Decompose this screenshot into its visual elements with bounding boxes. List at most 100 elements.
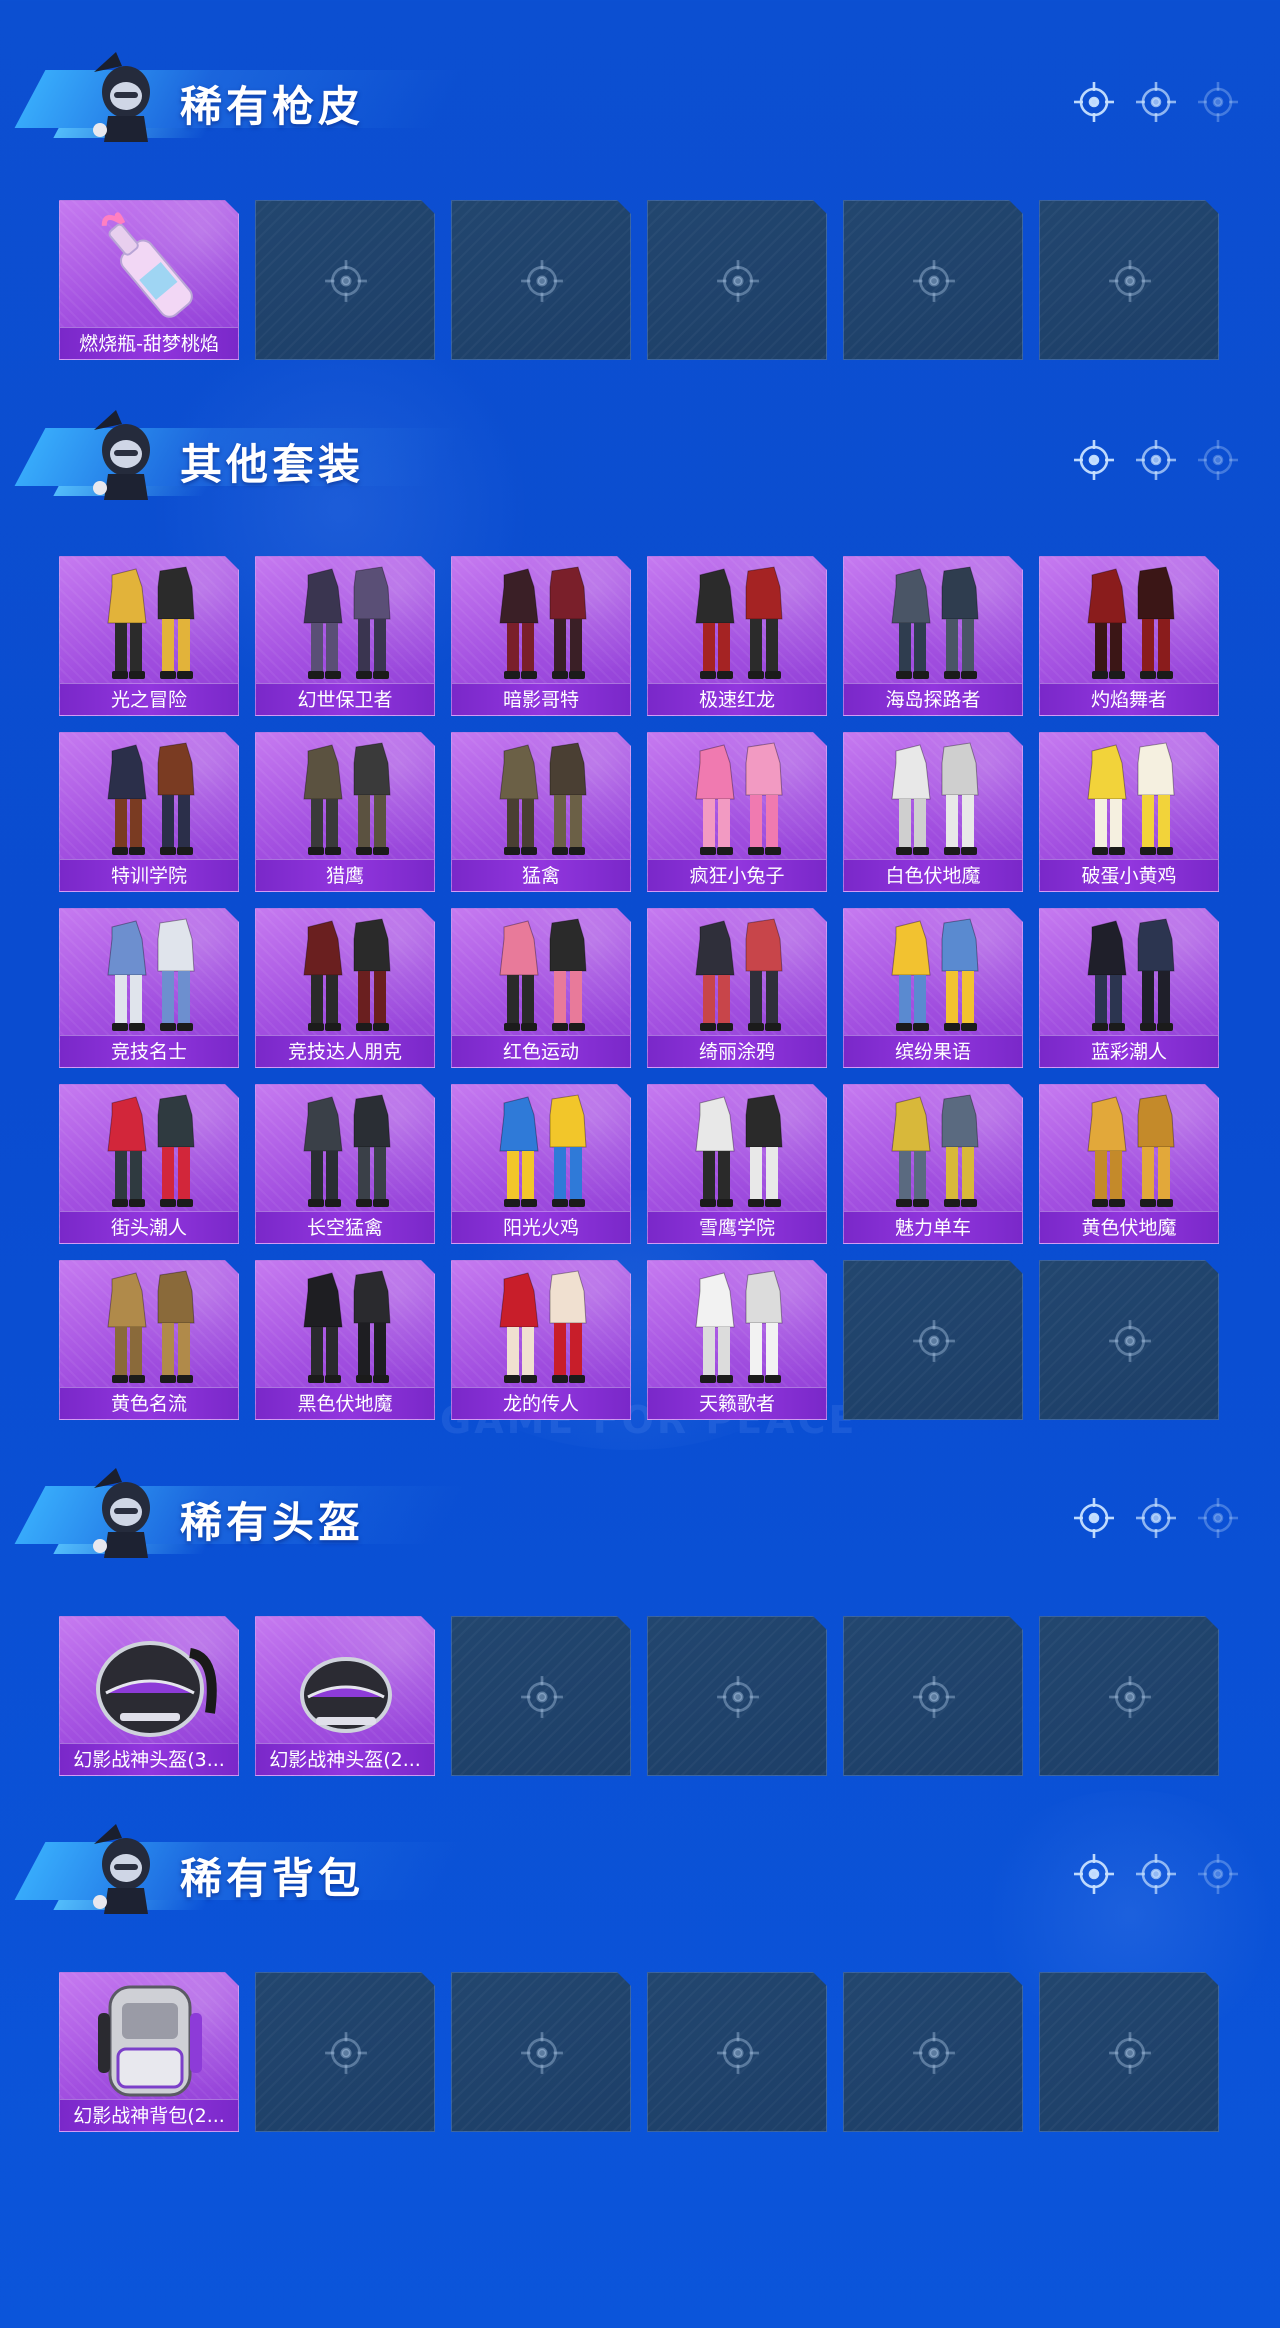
item-label: 灼焰舞者 <box>1040 683 1218 715</box>
item-image <box>256 1085 435 1213</box>
mascot-icon <box>88 1462 162 1562</box>
empty-item-slot <box>843 1972 1023 2132</box>
item-card[interactable]: 幻影战神头盔(3... <box>59 1616 239 1776</box>
item-card[interactable]: 红色运动 <box>451 908 631 1068</box>
item-label: 黄色伏地魔 <box>1040 1211 1218 1243</box>
crosshair-icon <box>1196 80 1240 124</box>
item-card[interactable]: 海岛探路者 <box>843 556 1023 716</box>
item-image <box>844 733 1023 861</box>
item-label: 龙的传人 <box>452 1387 630 1419</box>
item-image <box>60 1617 239 1745</box>
empty-item-slot <box>451 200 631 360</box>
item-image <box>60 733 239 861</box>
crosshair-icon <box>519 2030 565 2076</box>
item-card[interactable]: 竞技名士 <box>59 908 239 1068</box>
item-card[interactable]: 黄色伏地魔 <box>1039 1084 1219 1244</box>
item-image <box>60 909 239 1037</box>
header-crosshair-icons <box>1072 1852 1240 1896</box>
item-card[interactable]: 街头潮人 <box>59 1084 239 1244</box>
item-image <box>1040 909 1219 1037</box>
item-label: 光之冒险 <box>60 683 238 715</box>
section-title: 稀有背包 <box>180 1854 365 1903</box>
item-card[interactable]: 猎鹰 <box>255 732 435 892</box>
item-image <box>60 557 239 685</box>
crosshair-icon <box>911 1674 957 1720</box>
item-image <box>60 1085 239 1213</box>
item-card[interactable]: 暗影哥特 <box>451 556 631 716</box>
item-card[interactable]: 魅力单车 <box>843 1084 1023 1244</box>
section-header: 稀有枪皮 <box>0 40 1280 160</box>
empty-item-slot <box>1039 1616 1219 1776</box>
item-card[interactable]: 幻影战神头盔(2... <box>255 1616 435 1776</box>
item-card[interactable]: 燃烧瓶-甜梦桃焰 <box>59 200 239 360</box>
header-crosshair-icons <box>1072 1496 1240 1540</box>
crosshair-icon <box>1107 1674 1153 1720</box>
item-label: 破蛋小黄鸡 <box>1040 859 1218 891</box>
item-card[interactable]: 黑色伏地魔 <box>255 1260 435 1420</box>
item-label: 黑色伏地魔 <box>256 1387 434 1419</box>
item-image <box>648 1261 827 1389</box>
crosshair-icon <box>519 1674 565 1720</box>
crosshair-icon <box>323 2030 369 2076</box>
crosshair-icon <box>715 2030 761 2076</box>
item-card[interactable]: 灼焰舞者 <box>1039 556 1219 716</box>
crosshair-icon <box>911 1318 957 1364</box>
item-image <box>452 909 631 1037</box>
item-card[interactable]: 天籁歌者 <box>647 1260 827 1420</box>
item-label: 竞技名士 <box>60 1035 238 1067</box>
item-label: 红色运动 <box>452 1035 630 1067</box>
item-image <box>60 201 239 329</box>
empty-item-slot <box>1039 1260 1219 1420</box>
item-card[interactable]: 光之冒险 <box>59 556 239 716</box>
empty-item-slot <box>451 1616 631 1776</box>
item-label: 特训学院 <box>60 859 238 891</box>
item-image <box>1040 733 1219 861</box>
section-3: 稀有背包 幻影战神背包(2... <box>0 1812 1280 1932</box>
item-card[interactable]: 缤纷果语 <box>843 908 1023 1068</box>
empty-item-slot <box>843 1260 1023 1420</box>
section-title: 稀有枪皮 <box>180 82 365 131</box>
header-crosshair-icons <box>1072 80 1240 124</box>
item-image <box>648 909 827 1037</box>
section-0: 稀有枪皮 燃烧瓶-甜梦桃焰 <box>0 40 1280 160</box>
crosshair-icon <box>1196 1496 1240 1540</box>
crosshair-icon <box>1072 80 1116 124</box>
item-image <box>1040 557 1219 685</box>
item-label: 海岛探路者 <box>844 683 1022 715</box>
item-card[interactable]: 黄色名流 <box>59 1260 239 1420</box>
empty-item-slot <box>843 1616 1023 1776</box>
item-card[interactable]: 幻影战神背包(2... <box>59 1972 239 2132</box>
mascot-icon <box>88 404 162 504</box>
item-card[interactable]: 幻世保卫者 <box>255 556 435 716</box>
item-card[interactable]: 极速红龙 <box>647 556 827 716</box>
section-title: 其他套装 <box>180 440 365 489</box>
item-label: 雪鹰学院 <box>648 1211 826 1243</box>
empty-item-slot <box>647 1972 827 2132</box>
item-card[interactable]: 破蛋小黄鸡 <box>1039 732 1219 892</box>
item-card[interactable]: 疯狂小兔子 <box>647 732 827 892</box>
item-label: 蓝彩潮人 <box>1040 1035 1218 1067</box>
item-card[interactable]: 竞技达人朋克 <box>255 908 435 1068</box>
item-card[interactable]: 阳光火鸡 <box>451 1084 631 1244</box>
item-label: 阳光火鸡 <box>452 1211 630 1243</box>
empty-item-slot <box>1039 1972 1219 2132</box>
item-image <box>452 557 631 685</box>
item-image <box>256 1261 435 1389</box>
empty-item-slot <box>843 200 1023 360</box>
empty-item-slot <box>255 200 435 360</box>
item-card[interactable]: 雪鹰学院 <box>647 1084 827 1244</box>
item-card[interactable]: 白色伏地魔 <box>843 732 1023 892</box>
item-label: 黄色名流 <box>60 1387 238 1419</box>
item-card[interactable]: 龙的传人 <box>451 1260 631 1420</box>
item-card[interactable]: 猛禽 <box>451 732 631 892</box>
item-card[interactable]: 长空猛禽 <box>255 1084 435 1244</box>
item-card[interactable]: 特训学院 <box>59 732 239 892</box>
item-card[interactable]: 绮丽涂鸦 <box>647 908 827 1068</box>
item-card[interactable]: 蓝彩潮人 <box>1039 908 1219 1068</box>
section-header: 稀有头盔 <box>0 1456 1280 1576</box>
item-image <box>256 909 435 1037</box>
crosshair-icon <box>1196 1852 1240 1896</box>
item-image <box>256 557 435 685</box>
item-label: 街头潮人 <box>60 1211 238 1243</box>
item-image <box>648 1085 827 1213</box>
